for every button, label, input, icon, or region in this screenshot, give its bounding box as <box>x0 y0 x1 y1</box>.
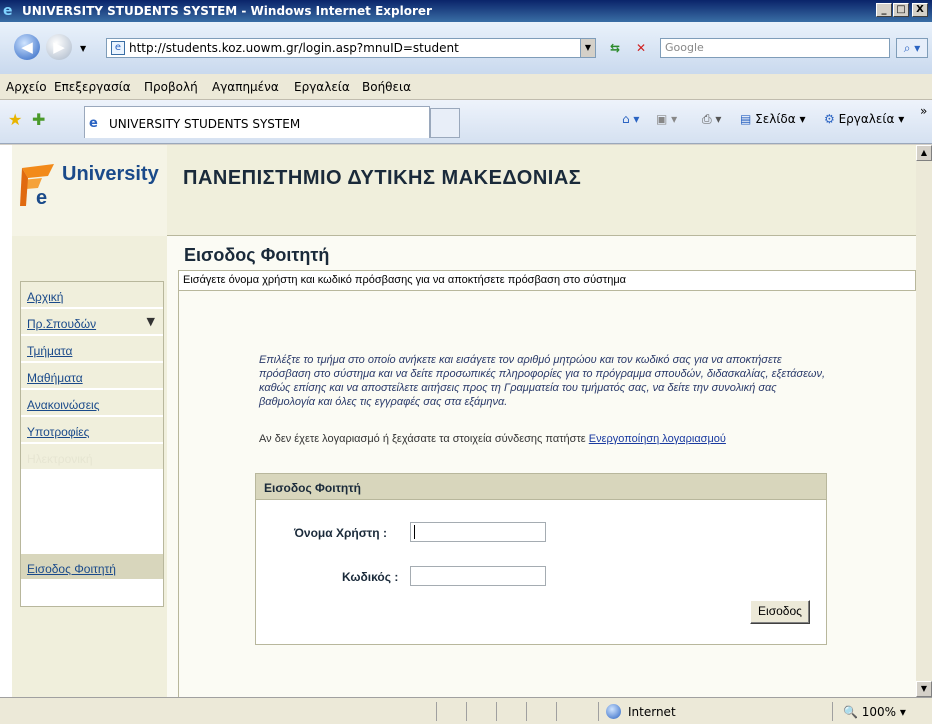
site-header: ΠΑΝΕΠΙΣΤΗΜΙΟ ΔΥΤΙΚΗΣ ΜΑΚΕΔΟΝΙΑΣ <box>167 145 916 236</box>
login-form-title: Εισοδος Φοιτητή <box>256 474 826 500</box>
add-favorite-icon[interactable]: ✚ <box>32 110 45 129</box>
sidebar-item-label[interactable]: Ανακοινώσεις <box>27 398 100 412</box>
site-page: e University ΠΑΝΕΠΙΣΤΗΜΙΟ ΔΥΤΙΚΗΣ ΜΑΚΕΔΟ… <box>12 145 916 697</box>
sidebar-item-electronic[interactable]: Ηλεκτρονική <box>21 444 163 470</box>
page-menu-button[interactable]: ▤ Σελίδα ▾ <box>740 112 806 126</box>
window-title-bar: e UNIVERSITY STUDENTS SYSTEM - Windows I… <box>0 0 932 22</box>
tab-page-icon: e <box>89 116 98 131</box>
vertical-scrollbar[interactable]: ▲ ▼ <box>916 145 932 697</box>
tools-menu-label: Εργαλεία <box>838 112 895 126</box>
login-form: Εισοδος Φοιτητή Όνομα Χρήστη : Κωδικός :… <box>255 473 827 645</box>
status-divider <box>496 702 497 721</box>
home-icon[interactable]: ⌂ ▾ <box>622 112 639 126</box>
menu-bar: Αρχείο Επεξεργασία Προβολή Αγαπημένα Εργ… <box>0 74 932 100</box>
page-title: Εισοδος Φοιτητή <box>184 245 330 265</box>
tab-label: UNIVERSITY STUDENTS SYSTEM <box>109 117 301 131</box>
sidebar-item-label[interactable]: Υποτροφίες <box>27 425 89 439</box>
sidebar-item-departments[interactable]: Τμήματα <box>21 336 163 362</box>
back-button[interactable]: ◀ <box>14 34 40 60</box>
sidebar-item-courses[interactable]: Μαθήματα <box>21 363 163 389</box>
feeds-icon[interactable]: ▣ ▾ <box>656 112 677 126</box>
sidebar-menu: Αρχική Πρ.Σπουδών ▼ Τμήματα Μαθήματα Ανακ… <box>20 281 164 607</box>
menu-view[interactable]: Προβολή <box>144 80 198 94</box>
print-icon[interactable]: ⎙ ▾ <box>702 112 721 127</box>
page-menu-label: Σελίδα <box>755 112 796 126</box>
favorites-star-icon[interactable]: ★ <box>8 110 22 129</box>
page-menu-icon: ▤ <box>740 112 752 126</box>
scroll-up-arrow-icon[interactable]: ▲ <box>916 145 932 161</box>
address-dropdown-icon[interactable]: ▼ <box>580 38 596 58</box>
sidebar-item-label[interactable]: Εισοδος Φοιτητή <box>27 562 116 576</box>
forward-button[interactable]: ▶ <box>46 34 72 60</box>
menu-tools[interactable]: Εργαλεία <box>294 80 350 94</box>
status-divider <box>436 702 437 721</box>
login-submit-button[interactable]: Εισοδος <box>750 600 810 624</box>
new-tab-button[interactable] <box>430 108 460 138</box>
tools-gear-icon: ⚙ <box>824 112 835 126</box>
tools-menu-button[interactable]: ⚙ Εργαλεία ▾ <box>824 112 904 126</box>
text-caret <box>414 525 415 539</box>
intro-text: Επιλέξτε το τμήμα στο οποίο ανήκετε και … <box>259 354 826 408</box>
logo-area: e University <box>12 145 167 236</box>
zoom-level-label: 100% <box>861 705 897 719</box>
menu-edit[interactable]: Επεξεργασία <box>54 80 131 94</box>
status-divider <box>832 702 833 721</box>
username-label: Όνομα Χρήστη : <box>294 526 387 540</box>
chevron-right-icon[interactable]: » <box>920 104 927 118</box>
url-text: http://students.koz.uowm.gr/login.asp?mn… <box>129 41 459 55</box>
status-divider <box>598 702 599 721</box>
sidebar-item-label[interactable]: Πρ.Σπουδών <box>27 317 96 331</box>
svg-text:e: e <box>36 187 47 208</box>
menu-file[interactable]: Αρχείο <box>6 80 47 94</box>
close-button[interactable]: X <box>912 3 928 17</box>
menu-help[interactable]: Βοήθεια <box>362 80 411 94</box>
university-name: ΠΑΝΕΠΙΣΤΗΜΙΟ ΔΥΤΙΚΗΣ ΜΑΚΕΔΟΝΙΑΣ <box>183 167 582 189</box>
activation-text: Αν δεν έχετε λογαριασμό ή ξεχάσατε τα στ… <box>259 433 586 445</box>
sidebar-item-scholarships[interactable]: Υποτροφίες <box>21 417 163 443</box>
activate-account-link[interactable]: Ενεργοποίηση λογαριασμού <box>589 433 726 445</box>
info-message: Εισάγετε όνομα χρήστη και κωδικό πρόσβασ… <box>178 270 916 291</box>
address-bar[interactable]: e http://students.koz.uowm.gr/login.asp?… <box>106 38 596 58</box>
username-input[interactable] <box>410 522 546 542</box>
history-dropdown-icon[interactable]: ▼ <box>80 44 86 53</box>
page-content: e University ΠΑΝΕΠΙΣΤΗΜΙΟ ΔΥΤΙΚΗΣ ΜΑΚΕΔΟ… <box>0 145 916 697</box>
ie-logo-icon: e <box>3 3 13 19</box>
sidebar-item-announcements[interactable]: Ανακοινώσεις <box>21 390 163 416</box>
zoom-level[interactable]: 🔍 100% ▾ <box>843 705 906 719</box>
sidebar-item-label[interactable]: Τμήματα <box>27 344 72 358</box>
sidebar-item-student-login[interactable]: Εισοδος Φοιτητή <box>21 554 163 580</box>
page-icon: e <box>111 41 125 55</box>
maximize-button[interactable]: □ <box>893 3 909 17</box>
status-divider <box>526 702 527 721</box>
stop-icon[interactable]: ✕ <box>630 38 652 58</box>
header-divider <box>167 235 916 236</box>
search-icon[interactable]: ⌕ ▾ <box>896 38 928 58</box>
sidebar-item-label[interactable]: Αρχική <box>27 290 63 304</box>
refresh-icon[interactable]: ⇆ <box>604 38 626 58</box>
university-logo-icon: e <box>20 164 54 208</box>
minimize-button[interactable]: _ <box>876 3 892 17</box>
menu-favorites[interactable]: Αγαπημένα <box>212 80 279 94</box>
status-divider <box>556 702 557 721</box>
sidebar-item-home[interactable]: Αρχική <box>21 282 163 308</box>
status-bar: Internet 🔍 100% ▾ <box>0 697 932 724</box>
sidebar-item-label[interactable]: Μαθήματα <box>27 371 83 385</box>
password-input[interactable] <box>410 566 546 586</box>
scroll-down-arrow-icon[interactable]: ▼ <box>916 681 932 697</box>
tab-bar: ★ ✚ e UNIVERSITY STUDENTS SYSTEM ⌂ ▾ ▣ ▾… <box>0 100 932 144</box>
activation-line: Αν δεν έχετε λογαριασμό ή ξεχάσατε τα στ… <box>259 433 726 445</box>
window-title: UNIVERSITY STUDENTS SYSTEM - Windows Int… <box>22 4 432 18</box>
status-divider <box>466 702 467 721</box>
address-toolbar: ◀ ▶ ▼ e http://students.koz.uowm.gr/logi… <box>0 22 932 74</box>
dropdown-arrow-icon[interactable]: ▼ <box>147 315 155 328</box>
password-label: Κωδικός : <box>342 570 399 584</box>
tab-university-system[interactable]: e UNIVERSITY STUDENTS SYSTEM <box>84 106 430 138</box>
main-panel: Επιλέξτε το τμήμα στο οποίο ανήκετε και … <box>178 291 916 697</box>
logo-text: University <box>62 163 159 185</box>
search-input[interactable]: Google <box>660 38 890 58</box>
internet-globe-icon <box>606 704 621 719</box>
security-zone-label: Internet <box>628 705 676 719</box>
sidebar-item-label[interactable]: Ηλεκτρονική <box>27 452 93 466</box>
sidebar-item-programme[interactable]: Πρ.Σπουδών ▼ <box>21 309 163 335</box>
